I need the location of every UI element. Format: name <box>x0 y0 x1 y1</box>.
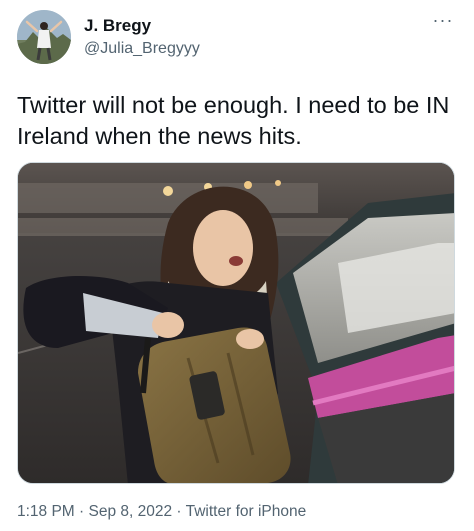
more-options-icon[interactable]: ··· <box>430 11 456 34</box>
tweet-metadata: 1:18 PM · Sep 8, 2022 · Twitter for iPho… <box>17 503 306 521</box>
profile-photo-icon <box>17 10 71 64</box>
tweet-time[interactable]: 1:18 PM <box>17 503 75 520</box>
author-handle[interactable]: @Julia_Bregyyy <box>84 40 200 58</box>
author-name[interactable]: J. Bregy <box>84 16 151 36</box>
tweet-date[interactable]: Sep 8, 2022 <box>89 503 173 520</box>
meta-separator: · <box>172 503 186 520</box>
tweet-card: J. Bregy @Julia_Bregyyy ··· Twitter will… <box>0 0 474 531</box>
avatar[interactable] <box>17 10 71 64</box>
meta-separator: · <box>74 503 89 520</box>
tweet-source[interactable]: Twitter for iPhone <box>186 503 307 520</box>
tweet-photo[interactable] <box>17 162 455 484</box>
tweet-text: Twitter will not be enough. I need to be… <box>17 92 450 149</box>
photo-woman-suitcase-car-image <box>18 163 454 483</box>
